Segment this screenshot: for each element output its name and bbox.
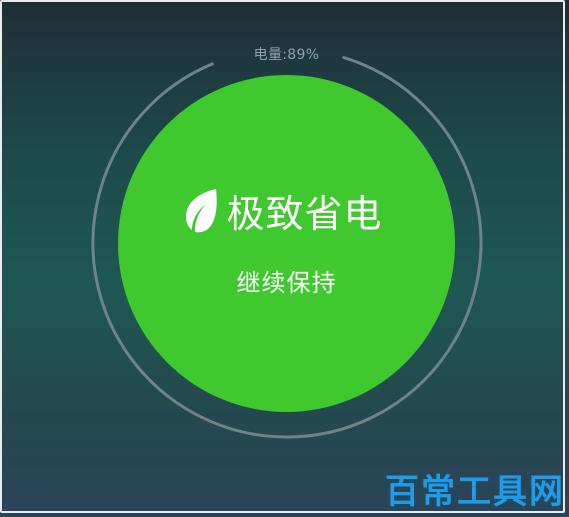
mode-title: 极致省电	[226, 192, 383, 236]
watermark-text: 百常工具网	[385, 472, 565, 512]
power-saving-circle[interactable]	[118, 75, 455, 412]
keep-going-button[interactable]: 继续保持	[0, 263, 569, 298]
leaf-icon	[186, 188, 218, 232]
mode-title-row: 极致省电	[0, 183, 569, 238]
